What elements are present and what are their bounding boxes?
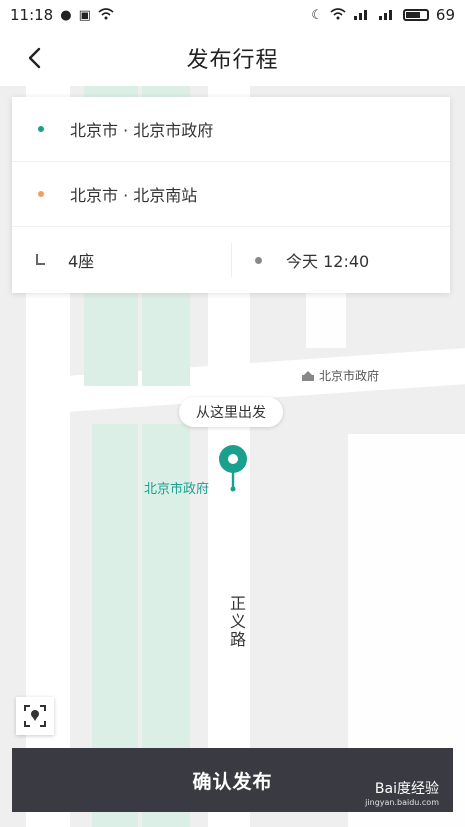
status-right: ☾ 69 <box>311 6 455 24</box>
locate-icon <box>24 705 46 727</box>
locate-button[interactable] <box>16 697 54 735</box>
page-title: 发布行程 <box>186 48 279 73</box>
start-dot-icon <box>38 126 44 132</box>
poi-label-text: 北京市政府 <box>319 369 380 383</box>
trip-options-row: 4座 今天 12:40 <box>12 227 450 293</box>
status-bar: 11:18 ● ▣ ☾ 69 <box>0 0 465 30</box>
road-name: 正义路 <box>227 595 246 649</box>
trip-card: 北京市 · 北京市政府 北京市 · 北京南站 4座 今天 12:40 <box>12 97 450 293</box>
chat-icon: ● <box>60 7 72 23</box>
poi-label[interactable]: 北京市政府 <box>302 367 379 384</box>
location-pin-icon[interactable] <box>218 444 248 492</box>
seat-count: 4座 <box>68 252 95 271</box>
seat-selector[interactable]: 4座 <box>12 227 231 293</box>
end-location: 北京市 · 北京南站 <box>70 186 198 205</box>
seat-icon <box>34 254 46 266</box>
back-icon[interactable] <box>14 38 54 78</box>
moon-icon: ☾ <box>311 7 323 23</box>
watermark-brand: Bai度经验 <box>374 781 439 797</box>
pin-label: 北京市政府 <box>144 482 210 497</box>
time-selector[interactable]: 今天 12:40 <box>231 227 450 293</box>
end-location-row[interactable]: 北京市 · 北京南站 <box>12 162 450 227</box>
app-header: 发布行程 <box>0 30 465 86</box>
building-block <box>306 292 346 348</box>
battery-icon <box>402 9 429 21</box>
government-building-icon <box>302 370 314 381</box>
status-time: 11:18 <box>10 6 54 24</box>
wifi-icon <box>98 7 114 23</box>
watermark-url: jingyan.baidu.com <box>365 798 439 807</box>
departure-time: 今天 12:40 <box>286 252 370 271</box>
start-here-bubble: 从这里出发 <box>179 397 283 427</box>
signal-icon <box>353 8 371 23</box>
start-location-row[interactable]: 北京市 · 北京市政府 <box>12 97 450 162</box>
start-location: 北京市 · 北京市政府 <box>70 121 214 140</box>
battery-level: 69 <box>435 6 455 24</box>
status-left: 11:18 ● ▣ <box>10 6 114 24</box>
signal-icon <box>378 8 396 23</box>
wifi-icon <box>330 7 346 23</box>
clock-icon <box>255 256 262 264</box>
end-dot-icon <box>38 191 44 197</box>
watermark: Bai度经验 jingyan.baidu.com <box>365 778 439 807</box>
image-icon: ▣ <box>78 7 91 23</box>
